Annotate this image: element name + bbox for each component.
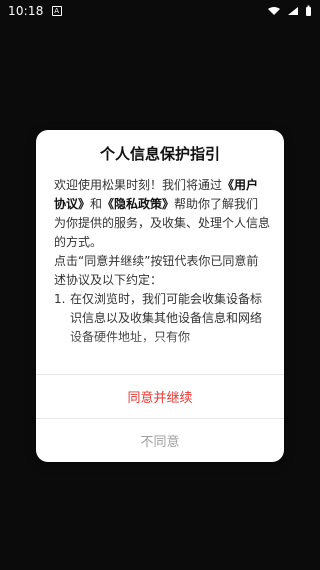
intro-prefix: 欢迎使用松果时刻！我们将通过 bbox=[54, 178, 223, 192]
privacy-policy-link[interactable]: 《隐私政策》 bbox=[102, 197, 174, 211]
list-text-1: 在仅浏览时，我们可能会收集设备标识信息以及收集其他设备信息和网络设备硬件地址，只… bbox=[70, 292, 263, 344]
app-notification-icon: A bbox=[51, 6, 62, 16]
intro-middle: 和 bbox=[90, 197, 103, 211]
agree-continue-button[interactable]: 同意并继续 bbox=[36, 375, 284, 417]
consent-paragraph: 点击“同意并继续”按钮代表你已同意前述协议及以下约定： bbox=[54, 254, 259, 287]
intro-paragraph: 欢迎使用松果时刻！我们将通过《用户协议》和《隐私政策》帮助你了解我们为你提供的服… bbox=[54, 176, 270, 252]
dialog-title: 个人信息保护指引 bbox=[99, 144, 220, 163]
list-number-1: 1. bbox=[54, 292, 66, 306]
disagree-button[interactable]: 不同意 bbox=[36, 419, 284, 461]
battery-icon bbox=[305, 5, 312, 17]
privacy-dialog: 个人信息保护指引 欢迎使用松果时刻！我们将通过《用户协议》和《隐私政策》帮助你了… bbox=[36, 130, 284, 462]
wifi-icon bbox=[267, 6, 281, 16]
status-right bbox=[267, 5, 312, 17]
terms-list-item-1: 1. 在仅浏览时，我们可能会收集设备标识信息以及收集其他设备信息和网络设备硬件地… bbox=[54, 290, 270, 347]
app-notification-glyph: A bbox=[54, 6, 59, 15]
dialog-body[interactable]: 欢迎使用松果时刻！我们将通过《用户协议》和《隐私政策》帮助你了解我们为你提供的服… bbox=[54, 176, 270, 372]
status-time: 10:18 bbox=[8, 4, 44, 18]
screen: 10:18 A 个人信息保护指引 欢迎使用松果时刻！我们将通过《用户协议》和《隐… bbox=[0, 0, 320, 570]
signal-icon bbox=[287, 6, 299, 16]
status-bar: 10:18 A bbox=[0, 0, 320, 22]
status-left: 10:18 A bbox=[8, 4, 62, 18]
